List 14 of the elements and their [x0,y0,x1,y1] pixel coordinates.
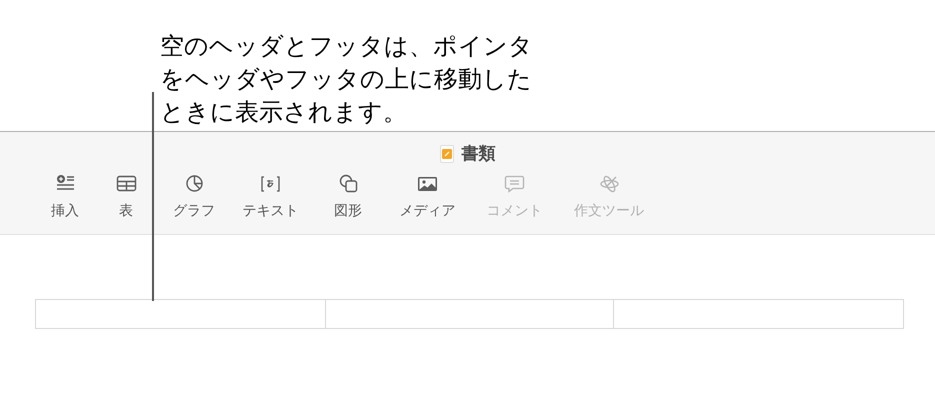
document-icon [440,145,454,163]
table-icon[interactable] [116,174,136,194]
toolbar-label[interactable]: 挿入 [51,200,79,221]
callout-text: 空のヘッダとフッタは、ポインタ をヘッダやフッタの上に移動した ときに表示されます。 [160,32,534,128]
toolbar-label[interactable]: グラフ [173,200,215,221]
shapes-icon[interactable] [338,174,358,194]
toolbar-label[interactable]: メディア [400,200,456,221]
toolbar-label[interactable]: 表 [119,200,133,221]
toolbar-label[interactable]: テキスト [242,200,298,221]
image-icon[interactable] [417,174,438,194]
text-box-icon[interactable] [260,174,281,194]
toolbar-label[interactable]: 図形 [334,200,362,221]
chart-icon[interactable] [184,174,204,194]
window-title: 書類 [462,143,496,166]
